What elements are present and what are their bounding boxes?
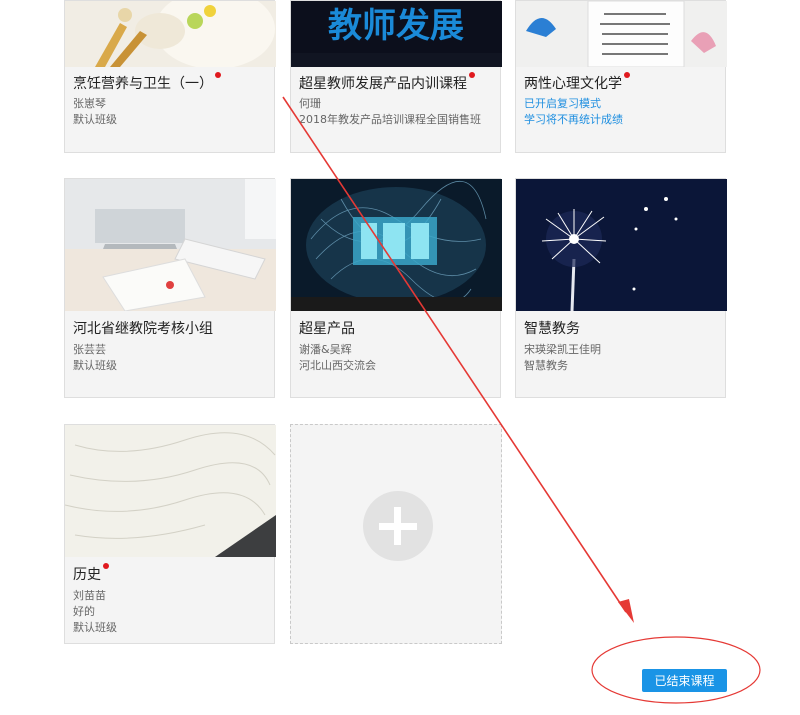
course-title[interactable]: 两性心理文化学 [524,72,630,93]
course-card[interactable]: 河北省继教院考核小组 张芸芸 默认班级 [64,178,276,398]
course-teacher: 刘苗苗 [73,589,106,602]
course-title[interactable]: 超星教师发展产品内训课程 [299,72,475,93]
course-thumbnail[interactable] [291,179,502,311]
course-class: 默认班级 [73,113,117,126]
plus-icon[interactable] [363,491,433,561]
course-title[interactable]: 超星产品 [299,318,355,338]
course-teacher: 张芸芸 [73,343,106,356]
course-card[interactable]: 两性心理文化学 已开启复习模式 学习将不再统计成绩 [515,0,727,153]
course-title[interactable]: 河北省继教院考核小组 [73,318,213,338]
new-badge-dot [469,72,475,78]
course-class: 河北山西交流会 [299,359,376,372]
course-thumbnail[interactable] [65,1,276,67]
course-class: 2018年教发产品培训课程全国销售班 [299,113,481,126]
new-badge-dot [215,72,221,78]
course-title[interactable]: 智慧教务 [524,318,580,338]
course-title-text[interactable]: 智慧教务 [524,321,580,337]
course-title-text[interactable]: 超星教师发展产品内训课程 [299,76,467,92]
course-teacher: 张崽琴 [73,97,106,110]
thumbnail-text: 教师发展 [328,6,464,46]
course-class: 默认班级 [73,359,117,372]
course-card[interactable]: 智慧教务 宋瑛梁凯王佳明 智慧教务 [515,178,727,398]
course-teacher: 宋瑛梁凯王佳明 [524,343,601,356]
course-teacher: 谢潘&吴辉 [299,343,352,356]
grade-notice: 学习将不再统计成绩 [524,113,623,126]
course-title-text[interactable]: 烹饪营养与卫生（一） [73,76,213,92]
course-title-text[interactable]: 河北省继教院考核小组 [73,321,213,337]
course-thumbnail[interactable] [65,425,276,557]
ended-courses-button[interactable]: 已结束课程 [642,669,727,692]
review-mode-notice: 已开启复习模式 [524,97,601,110]
course-title[interactable]: 烹饪营养与卫生（一） [73,72,221,93]
course-card[interactable]: 历史 刘苗苗 好的 默认班级 [64,424,276,644]
course-title[interactable]: 历史 [73,563,109,584]
course-card[interactable]: 烹饪营养与卫生（一） 张崽琴 默认班级 [64,0,276,153]
course-class: 智慧教务 [524,359,568,372]
course-thumbnail[interactable] [65,179,276,311]
new-badge-dot [103,563,109,569]
course-card[interactable]: 教师发展 超星教师发展产品内训课程 何珊 2018年教发产品培训课程全国销售班 [290,0,502,153]
course-thumbnail[interactable]: 教师发展 [291,1,502,67]
course-thumbnail[interactable] [516,1,727,67]
course-teacher: 何珊 [299,97,321,110]
course-card[interactable]: 超星产品 谢潘&吴辉 河北山西交流会 [290,178,502,398]
course-title-text[interactable]: 超星产品 [299,321,355,337]
add-course-card[interactable] [290,424,502,644]
annotation-arrow-head [618,599,634,623]
course-title-text[interactable]: 历史 [73,567,101,583]
course-note: 好的 [73,605,95,618]
new-badge-dot [624,72,630,78]
course-title-text[interactable]: 两性心理文化学 [524,76,622,92]
course-class: 默认班级 [73,621,117,634]
course-thumbnail[interactable] [516,179,727,311]
